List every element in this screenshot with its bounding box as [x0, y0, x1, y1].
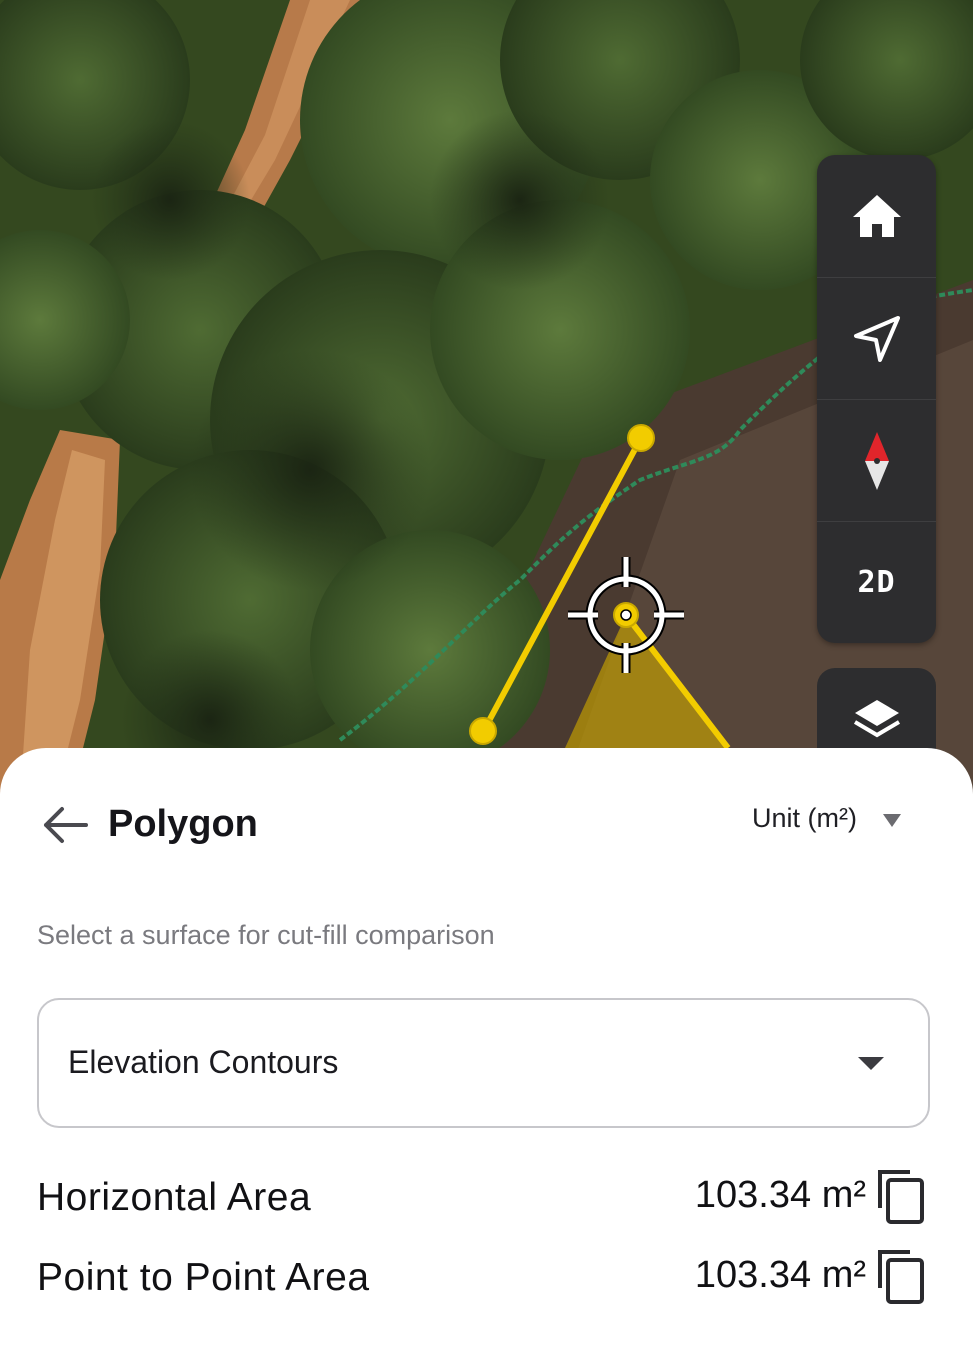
surface-dropdown[interactable]: Elevation Contours: [37, 998, 930, 1128]
view-mode-toggle[interactable]: 2D: [817, 521, 936, 643]
copy-icon[interactable]: [876, 1168, 926, 1226]
caret-down-icon: [882, 813, 901, 827]
unit-dropdown[interactable]: Unit (m²): [752, 800, 901, 836]
unit-label: Unit (m²): [752, 802, 857, 833]
metric-value: 103.34 m²: [694, 1254, 866, 1296]
map-controls: 2D: [817, 155, 936, 643]
surface-hint: Select a surface for cut-fill comparison: [37, 920, 495, 950]
metric-row-point-to-point-area: Point to Point Area 103.34 m²: [37, 1248, 930, 1308]
layers-icon: [853, 700, 900, 738]
crosshair-icon: [568, 557, 684, 673]
view-mode-label: 2D: [857, 565, 896, 600]
arrow-left-icon: [44, 807, 88, 843]
back-button[interactable]: [40, 800, 90, 850]
polygon-vertex: [469, 717, 497, 745]
caret-down-icon: [858, 1057, 884, 1070]
copy-icon[interactable]: [876, 1248, 926, 1306]
compass-icon: [864, 431, 889, 490]
navigation-arrow-icon: [853, 315, 900, 362]
metric-label: Horizontal Area: [37, 1176, 312, 1219]
metric-label: Point to Point Area: [37, 1256, 370, 1299]
metric-value: 103.34 m²: [694, 1174, 866, 1216]
polygon-vertex: [627, 424, 655, 452]
home-button[interactable]: [817, 155, 936, 276]
surface-selected-value: Elevation Contours: [68, 1044, 339, 1080]
panel-title: Polygon: [108, 803, 258, 845]
map-view[interactable]: 2D: [0, 0, 973, 800]
compass-button[interactable]: [817, 399, 936, 521]
metric-row-horizontal-area: Horizontal Area 103.34 m²: [37, 1168, 930, 1228]
locate-button[interactable]: [817, 277, 936, 399]
home-icon: [852, 194, 901, 237]
